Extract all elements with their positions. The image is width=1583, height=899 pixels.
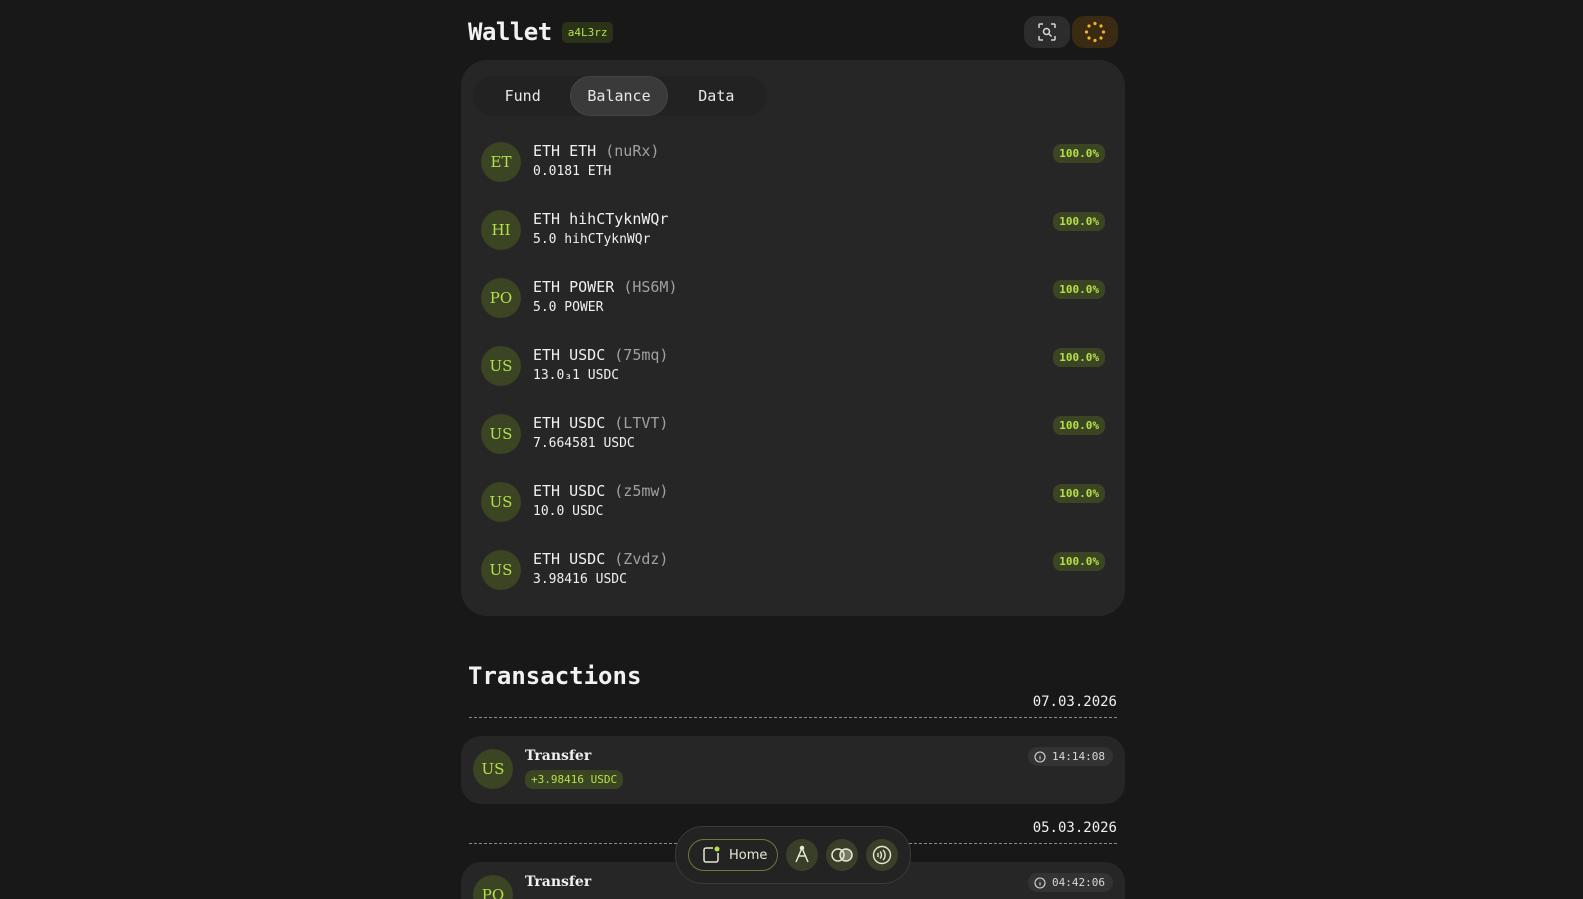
percent-badge: 100.0%	[1053, 484, 1105, 503]
asset-sub: (nuRx)	[605, 142, 660, 160]
transaction-type: Transfer	[525, 874, 592, 890]
asset-name: ETH POWER (HS6M)	[533, 278, 678, 296]
header-actions	[1024, 16, 1118, 48]
tab-data[interactable]: Data	[668, 76, 765, 116]
asset-info: ETH POWER (HS6M) 5.0 POWER	[533, 278, 678, 316]
home-icon	[703, 846, 720, 863]
asset-sub: (Zvdz)	[614, 550, 669, 568]
asset-name-text: ETH USDC	[533, 414, 606, 432]
asset-row[interactable]: US ETH USDC (75mq) 13.0₃1 USDC 100.0%	[481, 338, 1105, 406]
nav-toggle-button[interactable]	[826, 839, 859, 871]
asset-name-text: ETH USDC	[533, 550, 606, 568]
token-avatar: PO	[481, 278, 521, 318]
signal-icon	[873, 845, 892, 865]
token-avatar: PO	[473, 875, 513, 899]
wallet-page: Wallet a4L3rz Fund Balance Data ET ETH E…	[0, 0, 1583, 899]
transaction-item[interactable]: US Transfer +3.98416 USDC 14:14:08	[461, 736, 1125, 804]
asset-name: ETH USDC (z5mw)	[533, 482, 668, 500]
info-icon	[1034, 750, 1046, 763]
asset-amount: 0.0181 ETH	[533, 164, 612, 179]
balance-card: Fund Balance Data ET ETH ETH (nuRx) 0.01…	[461, 60, 1125, 616]
percent-badge: 100.0%	[1053, 212, 1105, 231]
asset-info: ETH USDC (z5mw) 10.0 USDC	[533, 482, 668, 520]
asset-name-text: ETH USDC	[533, 482, 606, 500]
transaction-type: Transfer	[525, 748, 592, 764]
asset-name-text: ETH USDC	[533, 346, 606, 364]
asset-name-text: ETH ETH	[533, 142, 597, 160]
info-icon	[1034, 876, 1046, 889]
asset-amount: 5.0 POWER	[533, 300, 604, 315]
token-avatar: HI	[481, 210, 521, 250]
loading-icon	[1084, 21, 1106, 43]
percent-badge: 100.0%	[1053, 416, 1105, 435]
token-avatar: US	[473, 749, 513, 789]
asset-info: ETH USDC (Zvdz) 3.98416 USDC	[533, 550, 668, 588]
percent-badge: 100.0%	[1053, 144, 1105, 163]
asset-name-text: ETH POWER	[533, 278, 615, 296]
asset-sub: (HS6M)	[623, 278, 678, 296]
transactions-title: Transactions	[468, 662, 642, 690]
asset-amount: 13.0₃1 USDC	[533, 368, 620, 383]
transaction-time-text: 04:42:06	[1052, 876, 1105, 889]
page-title: Wallet	[468, 18, 552, 46]
tab-balance[interactable]: Balance	[570, 76, 668, 116]
token-avatar: US	[481, 414, 521, 454]
nav-home-button[interactable]: Home	[688, 839, 779, 871]
nav-signal-button[interactable]	[866, 839, 899, 871]
asset-row[interactable]: US ETH USDC (z5mw) 10.0 USDC 100.0%	[481, 474, 1105, 542]
wallet-id-badge[interactable]: a4L3rz	[561, 21, 614, 43]
asset-info: ETH hihCTyknWQr 5.0 hihCTyknWQr	[533, 210, 668, 248]
asset-sub: (z5mw)	[614, 482, 669, 500]
transaction-time[interactable]: 14:14:08	[1028, 747, 1113, 766]
asset-name: ETH USDC (Zvdz)	[533, 550, 668, 568]
transaction-time[interactable]: 04:42:06	[1028, 873, 1113, 892]
nav-apps-button[interactable]	[786, 839, 819, 871]
asset-list: ET ETH ETH (nuRx) 0.0181 ETH 100.0% HI E…	[481, 134, 1105, 610]
tab-bar: Fund Balance Data	[473, 76, 767, 116]
asset-row[interactable]: US ETH USDC (LTVT) 7.664581 USDC 100.0%	[481, 406, 1105, 474]
token-avatar: US	[481, 346, 521, 386]
percent-badge: 100.0%	[1053, 552, 1105, 571]
date-separator: 07.03.2026	[469, 694, 1117, 718]
asset-row[interactable]: HI ETH hihCTyknWQr 5.0 hihCTyknWQr 100.0…	[481, 202, 1105, 270]
apps-icon	[795, 845, 810, 863]
asset-sub: (75mq)	[614, 346, 669, 364]
token-avatar: US	[481, 550, 521, 590]
toggle-icon	[831, 848, 854, 862]
transaction-time-text: 14:14:08	[1052, 750, 1105, 763]
transaction-amount: +3.98416 USDC	[525, 770, 624, 789]
token-avatar: ET	[481, 142, 521, 182]
asset-sub: (LTVT)	[614, 414, 669, 432]
asset-name: ETH hihCTyknWQr	[533, 210, 668, 228]
asset-info: ETH USDC (75mq) 13.0₃1 USDC	[533, 346, 668, 384]
percent-badge: 100.0%	[1053, 280, 1105, 299]
scan-icon	[1038, 23, 1056, 41]
asset-amount: 10.0 USDC	[533, 504, 604, 519]
asset-name: ETH ETH (nuRx)	[533, 142, 659, 160]
asset-name-text: ETH hihCTyknWQr	[533, 210, 669, 228]
asset-amount: 7.664581 USDC	[533, 436, 635, 451]
sync-button[interactable]	[1072, 16, 1118, 48]
nav-home-label: Home	[729, 847, 768, 863]
asset-name: ETH USDC (75mq)	[533, 346, 668, 364]
asset-amount: 5.0 hihCTyknWQr	[533, 232, 651, 247]
asset-row[interactable]: PO ETH POWER (HS6M) 5.0 POWER 100.0%	[481, 270, 1105, 338]
token-avatar: US	[481, 482, 521, 522]
asset-amount: 3.98416 USDC	[533, 572, 627, 587]
asset-info: ETH ETH (nuRx) 0.0181 ETH	[533, 142, 659, 180]
percent-badge: 100.0%	[1053, 348, 1105, 367]
tab-fund[interactable]: Fund	[475, 76, 570, 116]
bottom-nav: Home	[675, 826, 911, 884]
asset-name: ETH USDC (LTVT)	[533, 414, 668, 432]
asset-info: ETH USDC (LTVT) 7.664581 USDC	[533, 414, 668, 452]
scan-button[interactable]	[1024, 16, 1070, 48]
header: Wallet a4L3rz	[468, 14, 1118, 50]
asset-row[interactable]: US ETH USDC (Zvdz) 3.98416 USDC 100.0%	[481, 542, 1105, 610]
asset-row[interactable]: ET ETH ETH (nuRx) 0.0181 ETH 100.0%	[481, 134, 1105, 202]
